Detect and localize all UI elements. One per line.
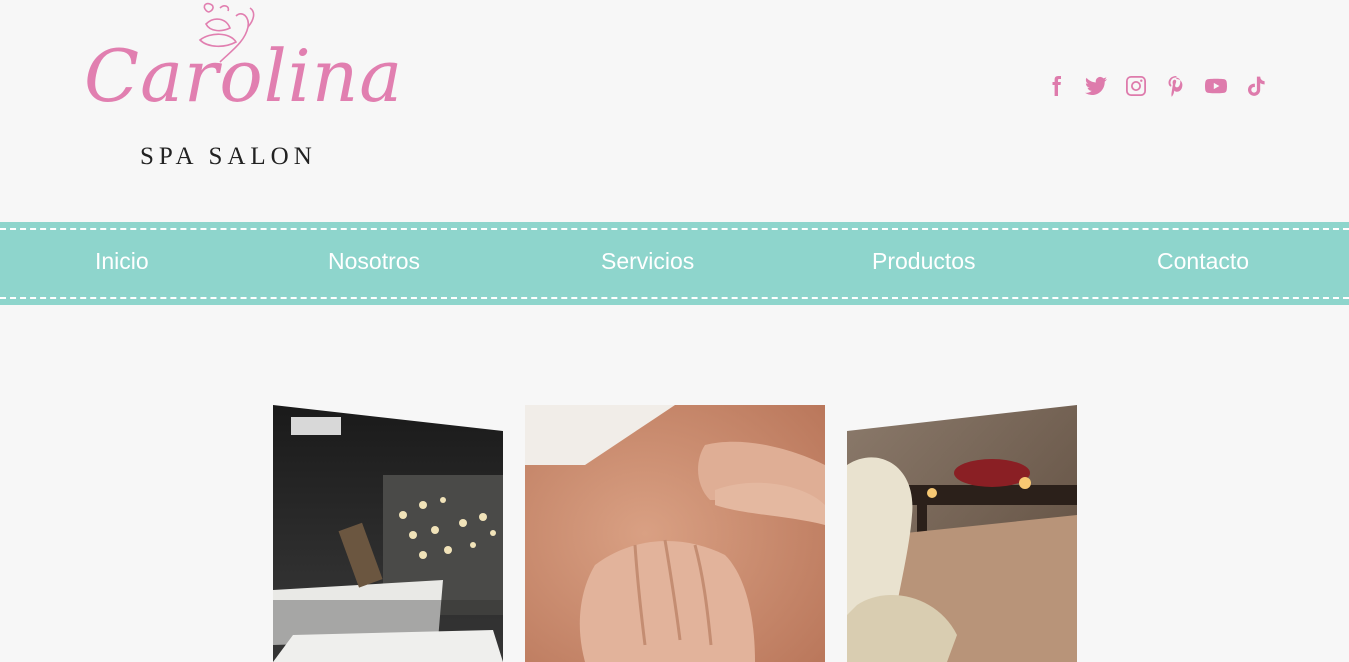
brand-name: Carolina bbox=[84, 34, 404, 118]
nav-item-nosotros[interactable]: Nosotros bbox=[328, 248, 420, 275]
nav-item-inicio[interactable]: Inicio bbox=[95, 248, 149, 275]
pinterest-icon[interactable] bbox=[1163, 72, 1189, 100]
instagram-icon[interactable] bbox=[1123, 72, 1149, 100]
nav-item-contacto[interactable]: Contacto bbox=[1157, 248, 1249, 275]
towel-swan-photo[interactable] bbox=[847, 405, 1077, 662]
youtube-icon[interactable] bbox=[1203, 72, 1229, 100]
nav-item-servicios[interactable]: Servicios bbox=[601, 248, 694, 275]
tiktok-icon[interactable] bbox=[1243, 72, 1269, 100]
social-links bbox=[1043, 72, 1269, 100]
twitter-icon[interactable] bbox=[1083, 72, 1109, 100]
site-header: Carolina SPA SALON bbox=[0, 0, 1349, 222]
facebook-icon[interactable] bbox=[1043, 72, 1069, 100]
logo[interactable]: Carolina SPA SALON bbox=[80, 0, 402, 180]
photo-gallery bbox=[0, 405, 1349, 662]
main-nav: Inicio Nosotros Servicios Productos Cont… bbox=[0, 222, 1349, 305]
massage-photo[interactable] bbox=[525, 405, 825, 662]
spa-room-photo[interactable] bbox=[273, 405, 503, 662]
nav-item-productos[interactable]: Productos bbox=[872, 248, 976, 275]
brand-tagline: SPA SALON bbox=[140, 143, 317, 170]
